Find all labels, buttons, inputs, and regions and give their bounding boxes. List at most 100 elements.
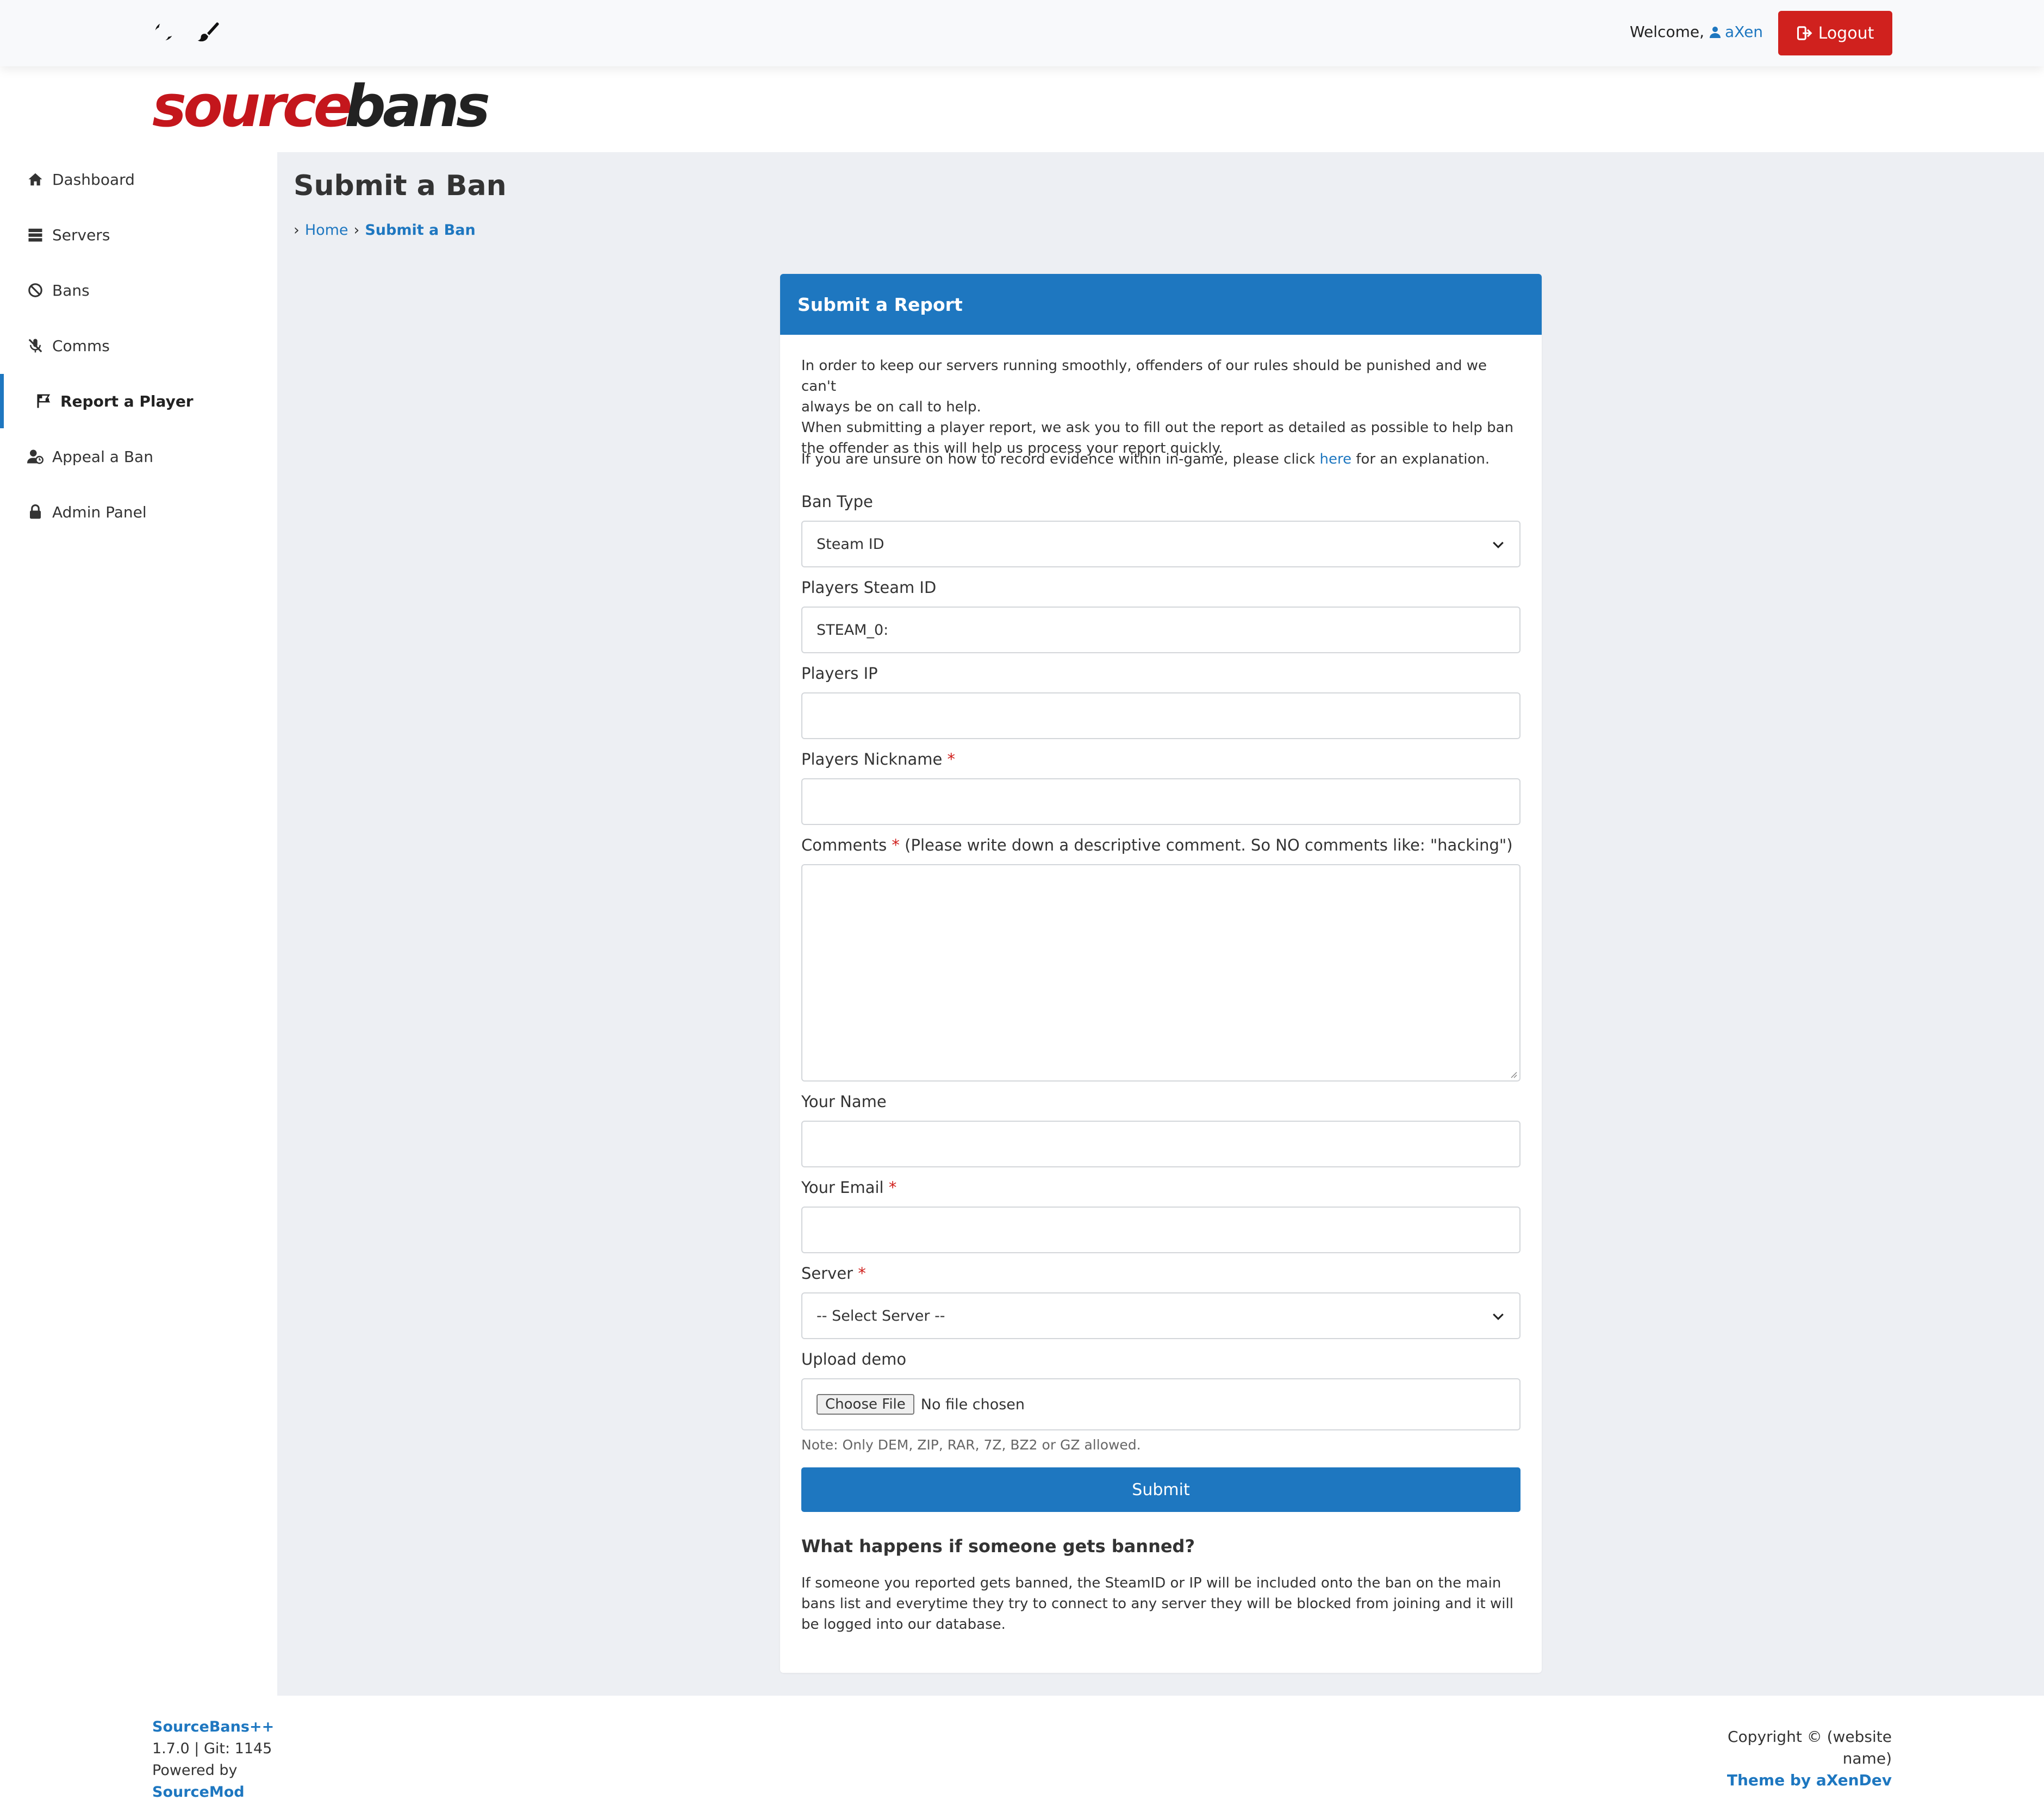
- breadcrumb: › Home › Submit a Ban: [294, 222, 476, 239]
- ban-type-select[interactable]: Steam ID: [801, 521, 1520, 567]
- logout-label: Logout: [1818, 23, 1874, 43]
- sidebar-item-label: Appeal a Ban: [52, 447, 153, 466]
- mute-mic-icon: [28, 339, 42, 353]
- logo-part-source: source: [152, 82, 350, 136]
- chevron-down-icon: [1493, 541, 1504, 548]
- footer-copyright-cont: name): [1842, 1749, 1892, 1767]
- top-bar: Welcome, aXen Logout: [0, 0, 2044, 66]
- server-label: Server *: [801, 1264, 866, 1283]
- footer-version: 1.7.0 | Git: 1145: [152, 1740, 272, 1757]
- your-name-label: Your Name: [801, 1092, 887, 1111]
- steam-id-input[interactable]: STEAM_0:: [801, 607, 1520, 653]
- footer-left: SourceBans++ 1.7.0 | Git: 1145 Powered b…: [152, 1716, 274, 1800]
- banned-text: If someone you reported gets banned, the…: [801, 1573, 1520, 1635]
- server-label-text: Server: [801, 1264, 853, 1283]
- sidebar-item-servers[interactable]: Servers: [0, 208, 277, 262]
- footer-brand-link[interactable]: SourceBans++: [152, 1716, 274, 1738]
- resize-grip-icon[interactable]: [1509, 1070, 1517, 1078]
- sidebar-item-report-player[interactable]: Report a Player: [0, 374, 277, 428]
- submit-button[interactable]: Submit: [801, 1467, 1520, 1512]
- chevron-right-icon: ›: [353, 222, 360, 239]
- user-link[interactable]: aXen: [1709, 23, 1763, 41]
- players-ip-input[interactable]: [801, 692, 1520, 739]
- your-email-input[interactable]: [801, 1207, 1520, 1253]
- footer-theme-link[interactable]: Theme by aXenDev: [1718, 1770, 1892, 1791]
- welcome-text: Welcome, aXen: [1630, 23, 1763, 41]
- sidebar-item-label: Comms: [52, 336, 110, 355]
- intro-line: always be on call to help.: [801, 399, 981, 415]
- logout-button[interactable]: Logout: [1778, 11, 1892, 55]
- banned-heading: What happens if someone gets banned?: [801, 1536, 1195, 1557]
- server-value: -- Select Server --: [817, 1307, 945, 1324]
- breadcrumb-home[interactable]: Home: [305, 222, 348, 239]
- evidence-prefix: If you are unsure on how to record evide…: [801, 451, 1316, 467]
- nickname-label-text: Players Nickname: [801, 750, 943, 768]
- logout-icon: [1797, 26, 1812, 40]
- comments-hint: (Please write down a descriptive comment…: [905, 836, 1513, 854]
- server-icon: [28, 228, 42, 242]
- your-name-input[interactable]: [801, 1121, 1520, 1167]
- ban-icon: [28, 283, 42, 297]
- user-icon: [1709, 26, 1721, 38]
- user-clock-icon: [27, 449, 43, 464]
- upload-demo-input[interactable]: Choose File No file chosen: [801, 1378, 1520, 1430]
- moon-icon[interactable]: [151, 20, 176, 45]
- sidebar-item-label: Servers: [52, 226, 110, 244]
- flag-icon: [37, 394, 51, 408]
- page-title: Submit a Ban: [294, 170, 507, 202]
- steam-id-value: STEAM_0:: [817, 621, 889, 639]
- banned-line: bans list and everytime they try to conn…: [801, 1596, 1513, 1612]
- sidebar-item-label: Dashboard: [52, 170, 135, 189]
- chevron-right-icon: ›: [294, 222, 300, 239]
- comments-label-text: Comments: [801, 836, 887, 854]
- upload-note: Note: Only DEM, ZIP, RAR, 7Z, BZ2 or GZ …: [801, 1437, 1141, 1453]
- upload-demo-label: Upload demo: [801, 1350, 907, 1368]
- home-icon: [28, 173, 42, 186]
- footer-copyright: Copyright © (website: [1727, 1728, 1892, 1746]
- intro-text: In order to keep our servers running smo…: [801, 355, 1520, 459]
- sidebar-item-label: Admin Panel: [52, 503, 147, 521]
- theme-controls: [151, 20, 220, 45]
- brush-icon[interactable]: [195, 20, 220, 45]
- card-header: Submit a Report: [780, 274, 1542, 335]
- sidebar-item-label: Bans: [52, 281, 90, 299]
- no-file-text: No file chosen: [920, 1396, 1025, 1413]
- evidence-help-link[interactable]: here: [1320, 451, 1352, 467]
- ban-type-value: Steam ID: [817, 535, 884, 553]
- required-marker: *: [947, 750, 956, 768]
- required-marker: *: [888, 1178, 897, 1197]
- banned-line: If someone you reported gets banned, the…: [801, 1575, 1501, 1591]
- comments-textarea[interactable]: [801, 864, 1520, 1082]
- ban-type-label: Ban Type: [801, 492, 873, 511]
- intro-line: When submitting a player report, we ask …: [801, 420, 1514, 436]
- nickname-label: Players Nickname *: [801, 750, 955, 768]
- sidebar: Dashboard Servers Bans Comms Report a Pl…: [0, 152, 277, 1696]
- sidebar-item-admin-panel[interactable]: Admin Panel: [0, 485, 277, 539]
- sourcebans-logo[interactable]: source bans: [152, 73, 500, 140]
- your-email-label: Your Email *: [801, 1178, 896, 1197]
- evidence-text: If you are unsure on how to record evide…: [801, 449, 1520, 470]
- choose-file-button[interactable]: Choose File: [817, 1394, 914, 1415]
- required-marker: *: [892, 836, 900, 854]
- username[interactable]: aXen: [1725, 23, 1763, 41]
- intro-line: In order to keep our servers running smo…: [801, 358, 1487, 395]
- footer-powered: Powered by: [152, 1762, 238, 1779]
- logo-part-bans: bans: [345, 82, 489, 136]
- sidebar-item-bans[interactable]: Bans: [0, 263, 277, 317]
- welcome-label: Welcome,: [1630, 23, 1704, 41]
- breadcrumb-current: Submit a Ban: [365, 222, 476, 239]
- sidebar-item-dashboard[interactable]: Dashboard: [0, 152, 277, 207]
- sidebar-item-appeal-ban[interactable]: Appeal a Ban: [0, 429, 277, 484]
- server-select[interactable]: -- Select Server --: [801, 1292, 1520, 1339]
- sidebar-item-comms[interactable]: Comms: [0, 318, 277, 373]
- your-email-label-text: Your Email: [801, 1178, 884, 1197]
- nickname-input[interactable]: [801, 778, 1520, 825]
- comments-label: Comments * (Please write down a descript…: [801, 836, 1513, 854]
- sidebar-item-label: Report a Player: [60, 392, 194, 410]
- footer-sourcemod-link[interactable]: SourceMod: [152, 1782, 274, 1800]
- footer-right: Copyright © (website name) Theme by aXen…: [1718, 1726, 1892, 1791]
- steam-id-label: Players Steam ID: [801, 578, 937, 597]
- report-card: Submit a Report In order to keep our ser…: [780, 274, 1542, 1673]
- banned-line: be logged into our database.: [801, 1616, 1006, 1633]
- chevron-down-icon: [1493, 1313, 1504, 1320]
